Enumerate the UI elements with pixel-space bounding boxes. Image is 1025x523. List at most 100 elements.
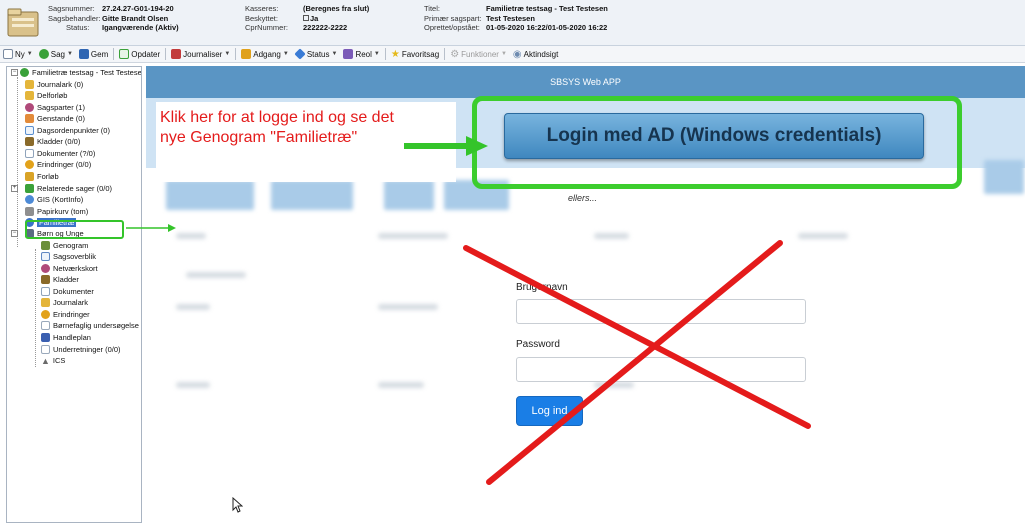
tree-guide-line: [17, 77, 18, 247]
tree-item-label: Dokumenter (?/0): [37, 149, 96, 158]
toolbar-save-button[interactable]: Gem: [76, 49, 111, 59]
toolbar-shelf-button[interactable]: Reol ▼: [340, 49, 382, 59]
toolbar-favorite-label: Favoritsag: [401, 49, 440, 59]
tree-item-journalark[interactable]: Journalark (0): [25, 79, 83, 90]
tree-item-kladder-sub[interactable]: Kladder: [41, 274, 79, 285]
tree-item-erindringer-sub[interactable]: Erindringer: [41, 309, 90, 320]
tree-root-label: Familietræ testsag - Test Testesen: [32, 68, 142, 77]
tree-item-genogram[interactable]: Genogram: [41, 240, 88, 251]
tree-item-label: Underretninger (0/0): [53, 345, 121, 354]
tree-item-label: ICS: [52, 356, 66, 365]
login-button[interactable]: Log ind: [516, 396, 583, 426]
items-icon: [25, 114, 34, 123]
toolbar-status-button[interactable]: Status ▼: [292, 48, 341, 60]
toolbar-functions-label: Funktioner: [461, 49, 499, 59]
tree-collapse-toggle[interactable]: −: [11, 69, 18, 76]
save-icon: [78, 49, 89, 59]
toolbar-access-button[interactable]: Adgang ▼: [238, 49, 292, 59]
beskyttet-label: Beskyttet:: [245, 13, 278, 23]
tree-item-label: Sagsparter (1): [37, 103, 85, 112]
tree-item-ics[interactable]: ▲ ICS: [41, 355, 65, 366]
network-icon: [41, 264, 50, 273]
tree-guide-line: [35, 249, 36, 367]
draft-icon: [41, 275, 50, 284]
tree-item-papirkurv[interactable]: Papirkurv (tom): [25, 206, 88, 217]
highlight-frame: [472, 96, 962, 189]
chevron-down-icon: ▼: [282, 51, 289, 57]
toolbar-new-button[interactable]: Ny ▼: [0, 49, 36, 59]
tree-collapse-toggle[interactable]: −: [11, 230, 18, 237]
tree-item-erindringer[interactable]: Erindringer (0/0): [25, 159, 91, 170]
primaer-value: Test Testesen: [486, 13, 535, 23]
folder-icon: [25, 91, 34, 100]
tree-expand-toggle[interactable]: +: [11, 185, 18, 192]
toolbar-refresh-button[interactable]: Opdater: [116, 49, 163, 59]
tree-item-dagsordenpunkter[interactable]: Dagsordenpunkter (0): [25, 125, 110, 136]
tree-item-label: Børnefaglig undersøgelse: [53, 321, 139, 330]
tree-item-genstande[interactable]: Genstande (0): [25, 113, 85, 124]
tree-item-delforloeb[interactable]: Delforløb: [25, 90, 67, 101]
cprnummer-label: CprNummer:: [245, 23, 288, 32]
tree-item-boernefaglig[interactable]: Børnefaglig undersøgelse: [41, 320, 139, 331]
header-col-2: Kasseres: (Beregnes fra slut) Beskyttet: J…: [245, 4, 369, 33]
tree-item-kladder[interactable]: Kladder (0/0): [25, 136, 80, 147]
titel-label: Titel:: [424, 4, 440, 13]
toolbar-journal-label: Journaliser: [183, 49, 223, 59]
trash-icon: [25, 207, 34, 216]
tree-item-label: Netværkskort: [53, 264, 98, 273]
password-input[interactable]: [516, 357, 806, 382]
access-icon: [241, 49, 252, 59]
tree-item-label: Erindringer: [53, 310, 90, 319]
toolbar-insight-button[interactable]: ◉ Aktindsigt: [510, 49, 561, 60]
tree-item-dokumenter[interactable]: Dokumenter (?/0): [25, 148, 95, 159]
tree-item-label: Papirkurv (tom): [37, 207, 89, 216]
sagsnummer-label: Sagsnummer:: [48, 4, 95, 13]
refresh-icon: [119, 49, 130, 59]
toolbar-journal-button[interactable]: Journaliser ▼: [168, 49, 233, 59]
tree-item-label: Erindringer (0/0): [37, 160, 92, 169]
tree-root[interactable]: Familietræ testsag - Test Testesen: [20, 67, 142, 78]
notification-icon: [41, 345, 50, 354]
app-title-bar: SBSYS Web APP: [146, 66, 1025, 98]
tree-item-gis[interactable]: GIS (KortInfo): [25, 194, 83, 205]
case-tree-panel: − Familietræ testsag - Test Testesen Jou…: [6, 66, 142, 523]
sagsnummer-value: 27.24.27-G01-194-20: [102, 4, 174, 13]
toolbar-separator: [235, 48, 237, 60]
globe-icon: [25, 195, 34, 204]
tree-item-label: Delforløb: [37, 91, 68, 100]
alternative-text: ellers...: [568, 193, 598, 203]
people-icon: [25, 103, 34, 112]
oprettet-label: Oprettet/opstået:: [424, 23, 480, 32]
tree-item-label: Forløb: [37, 172, 59, 181]
header-col-3: Titel: Familietræ testsag - Test Testesen…: [424, 4, 608, 33]
chevron-down-icon: ▼: [224, 51, 231, 57]
blurred-text: [186, 272, 246, 278]
tree-item-journalark-sub[interactable]: Journalark: [41, 297, 88, 308]
username-label: Brugernavn: [516, 282, 568, 293]
tree-item-label: Dokumenter: [53, 287, 94, 296]
username-input[interactable]: [516, 299, 806, 324]
document-icon: [25, 149, 34, 158]
tree-item-forloeb[interactable]: Forløb: [25, 171, 59, 182]
document-icon: [41, 287, 50, 296]
status-icon: [294, 48, 306, 60]
password-label: Password: [516, 339, 560, 350]
blurred-text: [798, 233, 848, 239]
case-icon: [38, 49, 49, 59]
tree-item-sagsparter[interactable]: Sagsparter (1): [25, 102, 85, 113]
tree-item-dokumenter-sub[interactable]: Dokumenter: [41, 286, 94, 297]
plan-icon: [41, 333, 50, 342]
genogram-icon: [41, 241, 50, 250]
toolbar-case-button[interactable]: Sag ▼: [36, 49, 76, 59]
tree-item-underretninger[interactable]: Underretninger (0/0): [41, 344, 121, 355]
beskyttet-value: Ja: [303, 14, 318, 24]
tree-item-sagsoverblik[interactable]: Sagsoverblik: [41, 251, 96, 262]
reminder-icon: [25, 160, 34, 169]
tree-item-relaterede-sager[interactable]: Relaterede sager (0/0): [25, 183, 112, 194]
kasseres-value: (Beregnes fra slut): [303, 4, 370, 13]
toolbar-separator: [444, 48, 446, 60]
tree-item-netvaerkskort[interactable]: Netværkskort: [41, 263, 98, 274]
tree-item-handleplan[interactable]: Handleplan: [41, 332, 91, 343]
toolbar-favorite-button[interactable]: ★ Favoritsag: [388, 49, 442, 60]
toolbar-functions-button[interactable]: ⚙ Funktioner ▼: [447, 49, 510, 60]
